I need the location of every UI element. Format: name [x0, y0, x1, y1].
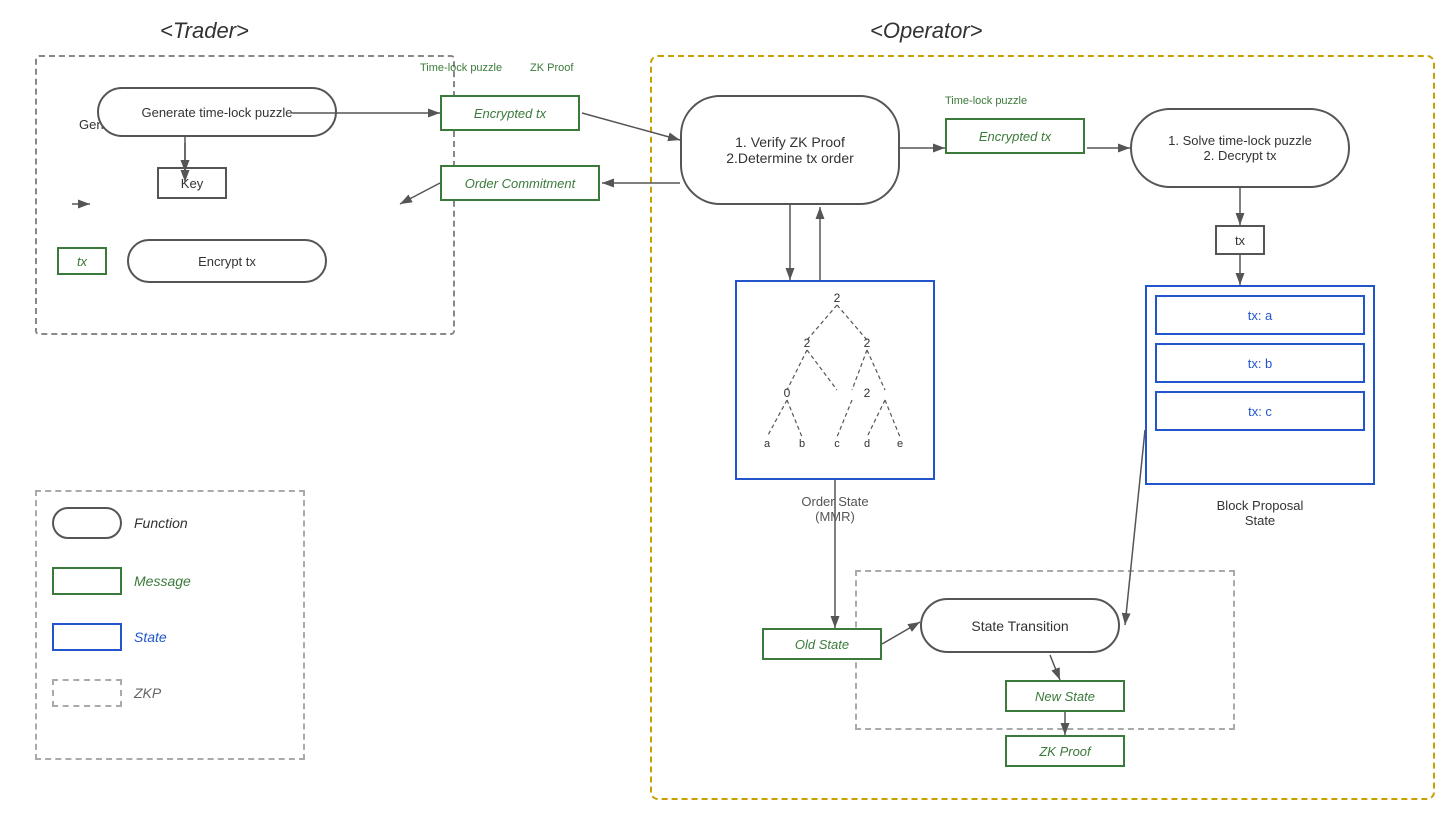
encrypt-tx-shape: Encrypt tx	[127, 239, 327, 283]
old-state-msg: Old State	[762, 628, 882, 660]
timelock-puzzle-label-1: Time-lock puzzle	[420, 62, 502, 74]
state-transition-shape: State Transition	[920, 598, 1120, 653]
operator-title: <Operator>	[870, 18, 983, 44]
tx-b-row: tx: b	[1155, 343, 1365, 383]
legend-state-shape	[52, 623, 122, 651]
generate-timelock-shape: Generate time-lock puzzle	[97, 87, 337, 137]
tx-input-shape: tx	[57, 247, 107, 275]
svg-text:a: a	[764, 438, 771, 450]
svg-text:2: 2	[804, 336, 811, 350]
order-commitment-msg: Order Commitment	[440, 165, 600, 201]
svg-text:d: d	[864, 438, 870, 450]
order-state-label: Order State(MMR)	[745, 494, 925, 524]
diagram-container: <Trader> Generate ZK Proof Generate time…	[0, 0, 1456, 819]
timelock-puzzle-label-2: Time-lock puzzle	[945, 95, 1027, 107]
legend-zkp-item: ZKP	[52, 679, 288, 707]
legend-msg-shape	[52, 567, 122, 595]
svg-text:c: c	[834, 438, 840, 450]
legend-state-label: State	[134, 629, 167, 645]
mmr-box: 2 2 2 0 2 a b c d e	[735, 280, 935, 480]
encrypted-tx-msg-1: Encrypted tx	[440, 95, 580, 131]
tx-rect-operator: tx	[1215, 225, 1265, 255]
svg-text:e: e	[897, 438, 903, 450]
legend-func-item: Function	[52, 507, 288, 539]
legend-state-item: State	[52, 623, 288, 651]
new-state-msg: New State	[1005, 680, 1125, 712]
legend-box: Function Message State ZKP	[35, 490, 305, 760]
tx-a-row: tx: a	[1155, 295, 1365, 335]
legend-func-shape	[52, 507, 122, 539]
legend-zkp-shape	[52, 679, 122, 707]
block-proposal-label: Block ProposalState	[1160, 498, 1360, 528]
tx-c-row: tx: c	[1155, 391, 1365, 431]
legend-msg-item: Message	[52, 567, 288, 595]
encrypted-tx-msg-2: Encrypted tx	[945, 118, 1085, 154]
svg-text:2: 2	[864, 386, 871, 400]
block-proposal-box: tx: a tx: b tx: c	[1145, 285, 1375, 485]
legend-msg-label: Message	[134, 573, 191, 589]
verify-zk-shape: 1. Verify ZK Proof2.Determine tx order	[680, 95, 900, 205]
zk-proof-msg: ZK Proof	[1005, 735, 1125, 767]
solve-timelock-shape: 1. Solve time-lock puzzle2. Decrypt tx	[1130, 108, 1350, 188]
mmr-svg: 2 2 2 0 2 a b c d e	[737, 282, 937, 482]
svg-text:b: b	[799, 438, 805, 450]
key-shape: Key	[157, 167, 227, 199]
svg-text:2: 2	[834, 291, 841, 305]
legend-zkp-label: ZKP	[134, 685, 161, 701]
zk-proof-label-1: ZK Proof	[530, 62, 573, 74]
svg-text:0: 0	[784, 386, 791, 400]
trader-title: <Trader>	[160, 18, 249, 44]
trader-box: Generate ZK Proof Generate time-lock puz…	[35, 55, 455, 335]
legend-func-label: Function	[134, 515, 188, 531]
